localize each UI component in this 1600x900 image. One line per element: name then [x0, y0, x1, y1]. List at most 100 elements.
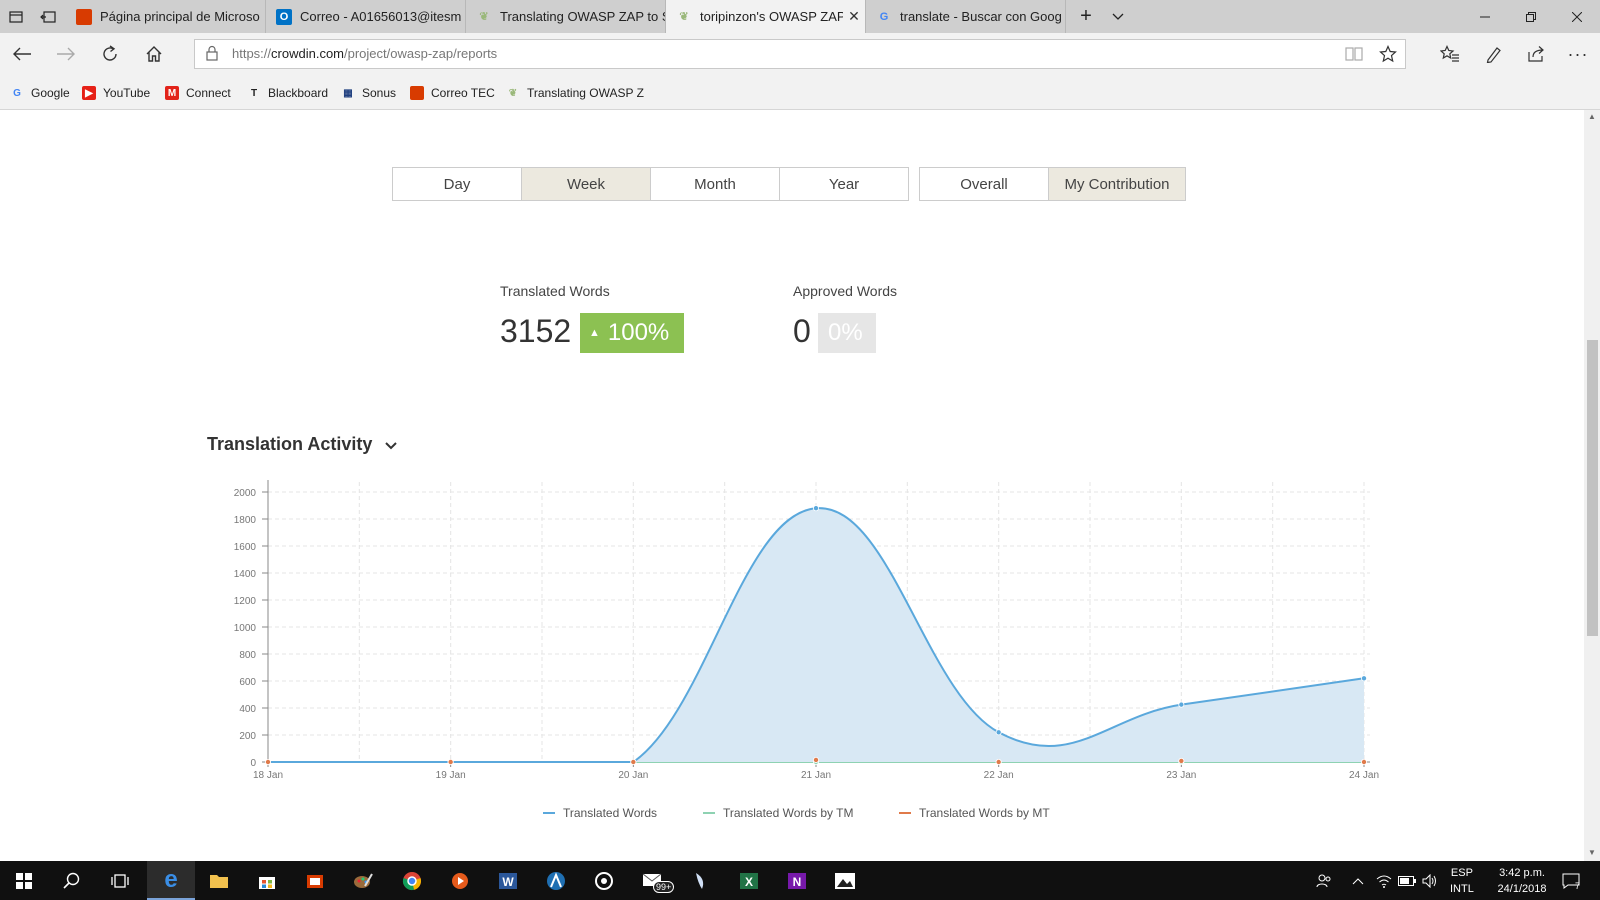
- favorite-link[interactable]: Correo TEC: [410, 84, 495, 102]
- refresh-icon[interactable]: [92, 37, 128, 71]
- word-icon[interactable]: W: [484, 861, 532, 900]
- address-url[interactable]: https://crowdin.com/project/owasp-zap/re…: [232, 46, 497, 61]
- tab-preview-chevron-icon[interactable]: [1102, 0, 1134, 33]
- favorite-link[interactable]: ▦ Sonus: [341, 84, 396, 102]
- legend-label: Translated Words: [563, 806, 658, 820]
- tab-title: Página principal de Microso: [100, 9, 260, 24]
- search-icon[interactable]: [48, 861, 96, 900]
- outlook-icon: O: [276, 8, 292, 25]
- home-icon[interactable]: [136, 37, 172, 71]
- translated-words-change-badge: ▲ 100%: [580, 313, 684, 353]
- crowdin-icon: ❦: [479, 11, 489, 23]
- browser-tab[interactable]: O Correo - A01656013@itesm: [266, 0, 466, 33]
- paint-icon[interactable]: [339, 861, 387, 900]
- scroll-down-icon[interactable]: ▼: [1588, 848, 1596, 857]
- forward-icon[interactable]: [48, 37, 84, 71]
- wifi-icon[interactable]: [1376, 861, 1392, 900]
- browser-tab[interactable]: Página principal de Microso: [66, 0, 266, 33]
- favorite-link[interactable]: ▶ YouTube: [82, 84, 150, 102]
- edge-icon[interactable]: e: [147, 861, 195, 900]
- back-icon[interactable]: [4, 37, 40, 71]
- input-language-indicator[interactable]: ESP INTL: [1450, 861, 1474, 900]
- people-icon[interactable]: [1316, 861, 1332, 900]
- favorite-link[interactable]: G Google: [10, 84, 70, 102]
- y-tick-label: 800: [239, 650, 256, 661]
- x-tick-label: 18 Jan: [253, 770, 283, 781]
- scope-my-contribution-button[interactable]: My Contribution: [1048, 167, 1186, 201]
- legend-item[interactable]: Translated Words: [543, 806, 657, 820]
- scroll-up-icon[interactable]: ▲: [1588, 112, 1596, 121]
- arduino-icon[interactable]: [532, 861, 580, 900]
- svg-text:N: N: [793, 875, 802, 889]
- browser-tab[interactable]: Gtranslate - Buscar con Goog: [866, 0, 1066, 33]
- mail-icon[interactable]: 99+: [629, 861, 677, 900]
- x-tick-label: 19 Jan: [436, 770, 466, 781]
- new-tab-icon[interactable]: +: [1070, 0, 1102, 33]
- legend-item[interactable]: Translated Words by TM: [703, 806, 854, 820]
- data-point: [995, 729, 1002, 736]
- y-tick-label: 1200: [234, 596, 257, 607]
- tab-actions-icon[interactable]: [0, 0, 32, 33]
- favorites-hub-icon[interactable]: [1432, 37, 1468, 71]
- language-code: ESP: [1450, 866, 1473, 879]
- approved-words-value: 0: [793, 313, 811, 349]
- tab-title: toripinzon's OWASP ZAP: [700, 9, 843, 24]
- more-menu-icon[interactable]: ···: [1560, 37, 1596, 71]
- share-icon[interactable]: [1518, 37, 1554, 71]
- close-tab-icon[interactable]: ✕: [843, 8, 865, 25]
- favorite-link[interactable]: ❦ Translating OWASP Z: [506, 84, 644, 102]
- excel-icon[interactable]: X: [725, 861, 773, 900]
- action-center-icon[interactable]: 7: [1562, 861, 1580, 900]
- crowdin-icon: ❦: [679, 11, 689, 23]
- store-icon[interactable]: [243, 861, 291, 900]
- browser-tab[interactable]: ❦ Translating OWASP ZAP to S: [466, 0, 666, 33]
- youtube-icon: ▶: [82, 86, 96, 100]
- show-hidden-icons-chevron[interactable]: [1352, 861, 1364, 900]
- legend-swatch: [543, 812, 555, 814]
- file-explorer-icon[interactable]: [195, 861, 243, 900]
- battery-icon[interactable]: [1398, 861, 1416, 900]
- task-view-icon[interactable]: [96, 861, 144, 900]
- translation-activity-dropdown[interactable]: Translation Activity: [207, 434, 398, 455]
- mcgraw-connect-icon: M: [165, 86, 179, 100]
- fluent-icon[interactable]: [677, 861, 725, 900]
- favorites-bar: [0, 75, 1600, 110]
- favorite-label: Sonus: [362, 86, 397, 100]
- favorite-star-icon[interactable]: [1370, 37, 1406, 71]
- set-tabs-aside-icon[interactable]: [32, 0, 64, 33]
- legend-item[interactable]: Translated Words by MT: [899, 806, 1050, 820]
- minimize-icon[interactable]: [1462, 0, 1508, 33]
- legend-label: Translated Words by MT: [919, 806, 1050, 820]
- arrow-up-icon: ▲: [589, 327, 600, 339]
- web-note-pen-icon[interactable]: [1476, 37, 1512, 71]
- restore-icon[interactable]: [1508, 0, 1554, 33]
- volume-icon[interactable]: [1422, 861, 1438, 900]
- svg-text:W: W: [502, 875, 514, 889]
- period-month-button[interactable]: Month: [650, 167, 780, 201]
- period-week-button[interactable]: Week: [521, 167, 651, 201]
- legend-swatch: [899, 812, 911, 814]
- reading-view-icon[interactable]: [1336, 37, 1372, 71]
- tab-title: Correo - A01656013@itesm: [300, 9, 462, 24]
- translation-activity-chart: 0 200 400 600 800 1000 1200 1400 1600 1800 2000 18 …: [234, 480, 1379, 781]
- close-window-icon[interactable]: [1554, 0, 1600, 33]
- clock[interactable]: 3:42 p.m. 24/1/2018: [1484, 861, 1560, 900]
- scrollbar-thumb[interactable]: [1587, 340, 1598, 636]
- chrome-icon[interactable]: [388, 861, 436, 900]
- favorite-link[interactable]: M Connect: [165, 84, 231, 102]
- media-player-icon[interactable]: [436, 861, 484, 900]
- photos-icon[interactable]: [821, 861, 869, 900]
- favorite-link[interactable]: T Blackboard: [247, 84, 328, 102]
- office-icon: [76, 8, 92, 25]
- scope-overall-button[interactable]: Overall: [919, 167, 1049, 201]
- svg-text:X: X: [745, 875, 753, 889]
- start-icon[interactable]: [0, 861, 48, 900]
- favorite-label: Connect: [186, 86, 231, 100]
- office-icon[interactable]: [291, 861, 339, 900]
- camera-icon[interactable]: [580, 861, 628, 900]
- approved-words-label: Approved Words: [793, 283, 898, 299]
- browser-tab[interactable]: ❦ toripinzon's OWASP ZAP ✕: [666, 0, 866, 33]
- onenote-icon[interactable]: N: [773, 861, 821, 900]
- period-day-button[interactable]: Day: [392, 167, 522, 201]
- period-year-button[interactable]: Year: [779, 167, 909, 201]
